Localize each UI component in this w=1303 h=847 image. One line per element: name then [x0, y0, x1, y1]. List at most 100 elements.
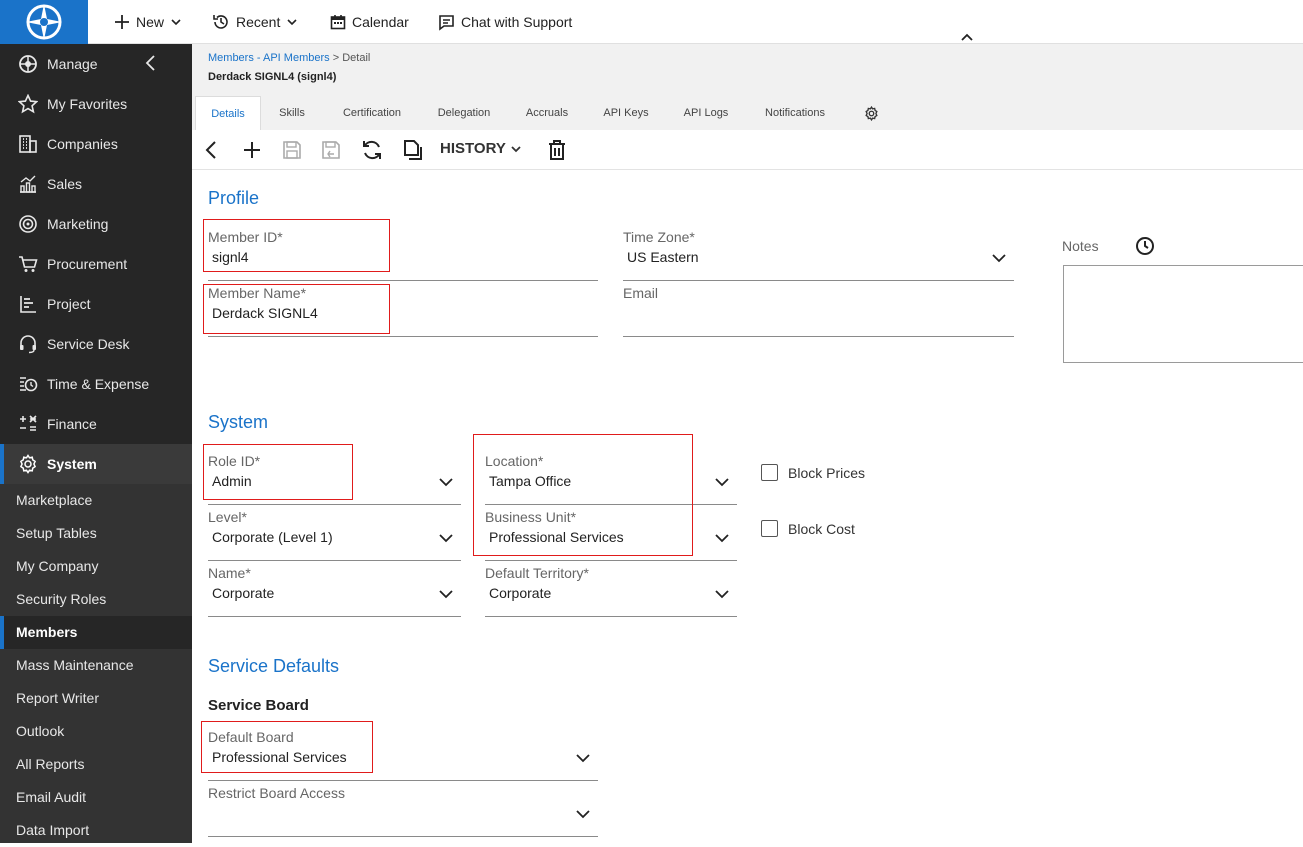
- new-label: New: [136, 14, 165, 30]
- member-name-field[interactable]: Member Name* Derdack SIGNL4: [208, 285, 598, 337]
- breadcrumb-link[interactable]: Members - API Members: [208, 52, 330, 64]
- field-value: Professional Services: [212, 749, 347, 765]
- sidebar-item-finance[interactable]: Finance: [0, 404, 192, 444]
- history-label: HISTORY: [440, 140, 506, 157]
- subnav-marketplace[interactable]: Marketplace: [0, 484, 192, 517]
- sidebar-item-favorites[interactable]: My Favorites: [0, 84, 192, 124]
- chat-support-link[interactable]: Chat with Support: [438, 0, 572, 44]
- field-label: Time Zone*: [623, 229, 695, 245]
- save-and-close-icon[interactable]: [319, 138, 343, 162]
- back-icon[interactable]: [200, 138, 224, 162]
- sidebar-item-marketing[interactable]: Marketing: [0, 204, 192, 244]
- subnav-label: All Reports: [16, 756, 85, 772]
- field-label: Role ID*: [208, 453, 261, 469]
- chart-icon: [20, 175, 36, 193]
- chevron-down-icon: [715, 590, 729, 599]
- subnav-label: My Company: [16, 558, 99, 574]
- add-icon[interactable]: [240, 138, 264, 162]
- subnav-label: Outlook: [16, 723, 65, 739]
- top-bar: New Recent Calendar Chat with Support: [0, 0, 1303, 44]
- target-icon: [19, 215, 37, 233]
- new-menu[interactable]: New: [114, 0, 182, 44]
- restrict-board-access-select[interactable]: Restrict Board Access: [208, 785, 598, 837]
- tab-accruals[interactable]: Accruals: [514, 96, 580, 130]
- field-value: Admin: [212, 473, 252, 489]
- sidebar-item-time-expense[interactable]: Time & Expense: [0, 364, 192, 404]
- level-select[interactable]: Level* Corporate (Level 1): [208, 509, 461, 561]
- time-zone-select[interactable]: Time Zone* US Eastern: [623, 229, 1014, 281]
- subnav-label: Data Import: [16, 822, 90, 838]
- section-title-service-defaults: Service Defaults: [208, 656, 340, 676]
- app-logo[interactable]: [0, 0, 88, 44]
- notes-textarea[interactable]: [1063, 265, 1303, 363]
- clock-icon: [20, 377, 38, 392]
- subnav-members[interactable]: Members: [0, 616, 192, 649]
- name-select[interactable]: Name* Corporate: [208, 565, 461, 617]
- sidebar-item-system[interactable]: System: [0, 444, 192, 484]
- tab-certification[interactable]: Certification: [332, 96, 412, 130]
- tab-notifications[interactable]: Notifications: [754, 96, 836, 130]
- save-icon[interactable]: [280, 138, 304, 162]
- business-unit-select[interactable]: Business Unit* Professional Services: [485, 509, 737, 561]
- tab-details[interactable]: Details: [195, 96, 261, 130]
- delete-icon[interactable]: [545, 138, 569, 162]
- refresh-icon[interactable]: [360, 138, 384, 162]
- subnav-all-reports[interactable]: All Reports: [0, 748, 192, 781]
- sidebar-item-label: Finance: [47, 416, 97, 432]
- chevron-up-icon[interactable]: [960, 32, 974, 42]
- checkbox-label: Block Prices: [788, 464, 866, 481]
- tab-settings[interactable]: [856, 96, 886, 130]
- subnav-my-company[interactable]: My Company: [0, 550, 192, 583]
- tab-api-keys[interactable]: API Keys: [592, 96, 660, 130]
- subnav-data-import[interactable]: Data Import: [0, 814, 192, 847]
- recent-menu[interactable]: Recent: [212, 0, 298, 44]
- sidebar-item-sales[interactable]: Sales: [0, 164, 192, 204]
- subnav-security-roles[interactable]: Security Roles: [0, 583, 192, 616]
- subnav-mass-maintenance[interactable]: Mass Maintenance: [0, 649, 192, 682]
- email-field[interactable]: Email: [623, 285, 1014, 337]
- subnav-report-writer[interactable]: Report Writer: [0, 682, 192, 715]
- field-label: Default Territory*: [485, 565, 590, 581]
- sidebar-item-procurement[interactable]: Procurement: [0, 244, 192, 284]
- chevron-down-icon: [439, 478, 453, 487]
- sidebar-item-manage[interactable]: Manage: [0, 44, 192, 84]
- sidebar-item-service-desk[interactable]: Service Desk: [0, 324, 192, 364]
- tab-delegation[interactable]: Delegation: [428, 96, 500, 130]
- gear-icon: [19, 454, 37, 474]
- member-id-field[interactable]: Member ID* signl4: [208, 229, 598, 281]
- chevron-down-icon: [171, 19, 181, 26]
- subnav-setup-tables[interactable]: Setup Tables: [0, 517, 192, 550]
- calendar-link[interactable]: Calendar: [330, 0, 409, 44]
- star-icon: [18, 94, 38, 114]
- section-title-profile: Profile: [208, 188, 260, 208]
- copy-icon[interactable]: [400, 138, 424, 162]
- sidebar-item-label: Procurement: [47, 256, 128, 272]
- clock-icon[interactable]: [1135, 236, 1155, 256]
- default-board-select[interactable]: Default Board Professional Services: [208, 729, 598, 781]
- chevron-down-icon: [576, 754, 590, 763]
- subnav-label: Report Writer: [16, 690, 99, 706]
- subnav-outlook[interactable]: Outlook: [0, 715, 192, 748]
- sidebar-item-project[interactable]: Project: [0, 284, 192, 324]
- sidebar-item-label: System: [47, 456, 97, 472]
- calendar-label: Calendar: [352, 14, 409, 30]
- tab-skills[interactable]: Skills: [268, 96, 316, 130]
- block-cost-checkbox[interactable]: [761, 520, 778, 537]
- calculator-icon: [20, 415, 37, 431]
- field-value: Corporate: [212, 585, 275, 601]
- compass-logo-icon: [26, 4, 62, 40]
- sidebar-item-label: Marketing: [47, 216, 109, 232]
- block-prices-checkbox[interactable]: [761, 464, 778, 481]
- location-select[interactable]: Location* Tampa Office: [485, 453, 737, 505]
- chat-icon: [439, 14, 454, 31]
- subnav-email-audit[interactable]: Email Audit: [0, 781, 192, 814]
- building-icon: [19, 135, 37, 153]
- role-id-select[interactable]: Role ID* Admin: [208, 453, 461, 505]
- sidebar-item-companies[interactable]: Companies: [0, 124, 192, 164]
- history-button[interactable]: HISTORY: [440, 140, 522, 157]
- block-prices-option[interactable]: Block Prices: [761, 464, 865, 481]
- chevron-left-icon[interactable]: [144, 54, 158, 72]
- default-territory-select[interactable]: Default Territory* Corporate: [485, 565, 737, 617]
- tab-api-logs[interactable]: API Logs: [672, 96, 740, 130]
- block-cost-option[interactable]: Block Cost: [761, 520, 855, 537]
